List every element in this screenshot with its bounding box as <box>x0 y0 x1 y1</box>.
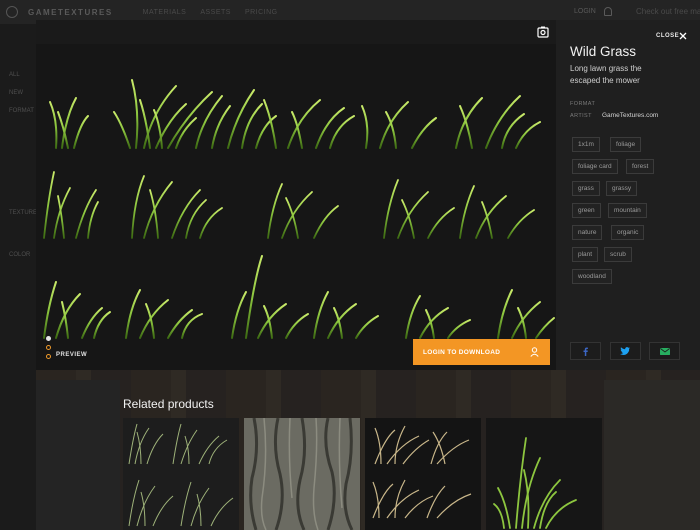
tag[interactable]: plant <box>572 247 599 262</box>
bark-texture-thumbnail <box>244 418 360 530</box>
related-products-title: Related products <box>123 397 214 411</box>
carousel-dot-2[interactable] <box>46 345 51 350</box>
sidebar-item-format[interactable]: FORMAT <box>9 108 34 114</box>
site-nav: MATERIALS ASSETS PRICING <box>143 9 278 16</box>
facebook-icon <box>583 347 588 356</box>
twitter-icon <box>620 347 630 355</box>
login-to-download-label: LOGIN TO DOWNLOAD <box>423 348 501 356</box>
related-product-dry-grass[interactable] <box>365 418 481 530</box>
email-icon <box>659 347 670 355</box>
related-product-bark[interactable] <box>244 418 360 530</box>
camera-icon[interactable] <box>537 26 549 38</box>
related-product-green-grass[interactable] <box>486 418 602 530</box>
preview-label[interactable]: PREVIEW <box>56 352 87 358</box>
close-button[interactable]: CLOSE <box>656 33 679 39</box>
site-sidebar: ALL NEW FORMAT TEXTURE COLOR <box>0 24 37 530</box>
tag[interactable]: grass <box>572 181 600 196</box>
tag[interactable]: forest <box>626 159 655 174</box>
site-login-link[interactable]: LOGIN <box>574 8 596 15</box>
nav-pricing[interactable]: PRICING <box>245 9 278 16</box>
format-label: FORMAT <box>570 101 596 107</box>
tag[interactable]: foliage card <box>572 159 618 174</box>
tag[interactable]: scrub <box>604 247 632 262</box>
page: GAMETEXTURES MATERIALS ASSETS PRICING LO… <box>0 0 700 530</box>
logo-icon[interactable] <box>6 6 18 18</box>
close-icon[interactable] <box>679 32 687 40</box>
carousel-dot-3[interactable] <box>46 354 51 359</box>
green-grass-thumbnail <box>486 418 602 530</box>
background-tile <box>604 380 700 530</box>
tag[interactable]: nature <box>572 225 603 240</box>
tag[interactable]: organic <box>611 225 645 240</box>
tag[interactable]: mountain <box>608 203 647 218</box>
preview-image[interactable]: PREVIEW LOGIN TO DOWNLOAD <box>36 20 556 370</box>
site-logo[interactable]: GAMETEXTURES <box>28 8 113 17</box>
related-product-grass-cards[interactable] <box>123 418 239 530</box>
artist-value[interactable]: GameTextures.com <box>602 112 658 119</box>
tag[interactable]: 1x1m <box>572 137 600 152</box>
product-subtitle: Long lawn grass the escaped the mower <box>570 64 642 85</box>
tag[interactable]: grassy <box>606 181 638 196</box>
grass-texture-preview <box>36 20 556 370</box>
sidebar-item-new[interactable]: NEW <box>9 90 23 96</box>
sidebar-item-all[interactable]: ALL <box>9 72 20 78</box>
carousel-dots <box>46 336 51 363</box>
grass-cards-thumbnail <box>123 418 239 530</box>
login-to-download-button[interactable]: LOGIN TO DOWNLOAD <box>413 339 550 365</box>
carousel-dot-1[interactable] <box>46 336 51 341</box>
nav-materials[interactable]: MATERIALS <box>143 9 187 16</box>
tag[interactable]: woodland <box>572 269 612 284</box>
sidebar-item-texture[interactable]: TEXTURE <box>9 210 37 216</box>
tag[interactable]: foliage <box>610 137 642 152</box>
background-tile <box>36 380 120 530</box>
tag[interactable]: green <box>572 203 601 218</box>
sidebar-item-color[interactable]: COLOR <box>9 252 30 258</box>
dry-grass-thumbnail <box>365 418 481 530</box>
share-twitter-button[interactable] <box>609 342 641 360</box>
user-icon <box>530 347 539 357</box>
artist-label: ARTIST <box>570 113 592 119</box>
nav-assets[interactable]: ASSETS <box>200 9 231 16</box>
share-facebook-button[interactable] <box>570 342 601 360</box>
product-modal: PREVIEW LOGIN TO DOWNLOAD CLOSE Wild Gra… <box>36 20 700 370</box>
product-title: Wild Grass <box>570 44 637 59</box>
site-search-input[interactable]: Check out free mate <box>636 7 700 16</box>
user-icon[interactable] <box>604 7 612 16</box>
share-email-button[interactable] <box>649 342 680 360</box>
share-row <box>570 342 680 360</box>
